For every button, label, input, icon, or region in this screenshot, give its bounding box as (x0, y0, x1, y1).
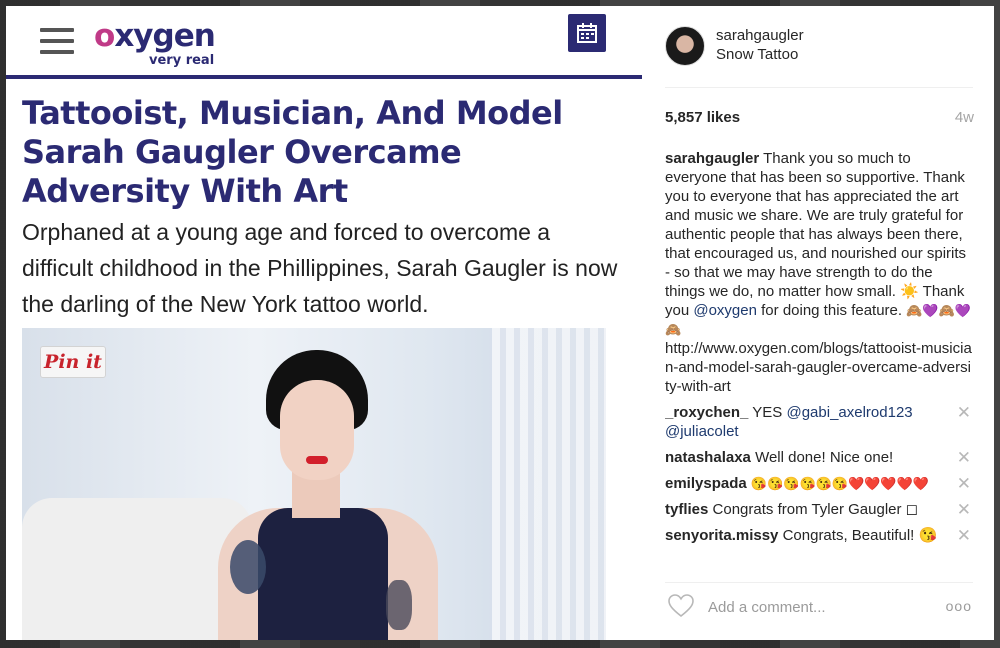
caption-text-end: for doing this feature. (761, 302, 903, 319)
comment-text: 😘😘😘😘😘😘❤️❤️❤️❤️❤️ (750, 476, 929, 491)
post-age: 4w (954, 109, 974, 126)
caption-username[interactable]: sarahgaugler (665, 150, 759, 167)
post-modal: oxygen very real Tattooist, Musician, An… (6, 6, 994, 640)
post-image: oxygen very real Tattooist, Musician, An… (6, 6, 642, 640)
heart-icon[interactable] (668, 594, 694, 618)
caption-text: Thank you so much to everyone that has b… (665, 150, 967, 319)
avatar[interactable] (665, 26, 705, 66)
delete-comment-icon[interactable]: ✕ (957, 448, 971, 467)
oxygen-tagline: very real (149, 53, 215, 68)
hamburger-icon (40, 28, 74, 54)
comment-username[interactable]: natashalaxa (665, 449, 751, 466)
comment-username[interactable]: tyflies (665, 501, 708, 518)
oxygen-logo: oxygen (94, 18, 216, 54)
header-divider (6, 75, 642, 79)
more-options-icon[interactable]: ooo (946, 598, 972, 614)
oxygen-header: oxygen very real (6, 6, 642, 79)
comment-text: YES (752, 404, 783, 421)
add-comment-input[interactable] (708, 596, 928, 618)
delete-comment-icon[interactable]: ✕ (957, 403, 971, 422)
article-subtitle: Orphaned at a young age and forced to ov… (22, 219, 618, 317)
comment-item: natashalaxa Well done! Nice one! ✕ (665, 448, 973, 467)
delete-comment-icon[interactable]: ✕ (957, 500, 971, 519)
comment-username[interactable]: _roxychen_ (665, 404, 748, 421)
comment-text: Well done! Nice one! (755, 449, 894, 466)
divider (665, 582, 973, 583)
article-title: Tattooist, Musician, And Model Sarah Gau… (22, 94, 563, 210)
likes-count[interactable]: 5,857 likes (665, 109, 740, 126)
comment-item: senyorita.missy Congrats, Beautiful! 😘 ✕ (665, 526, 973, 545)
comment-username[interactable]: senyorita.missy (665, 527, 778, 544)
caption-link[interactable]: http://www.oxygen.com/blogs/tattooist-mu… (665, 339, 973, 396)
comment-username[interactable]: emilyspada (665, 475, 747, 492)
caption-mention[interactable]: @oxygen (693, 302, 757, 319)
post-details-panel: sarahgaugler Snow Tattoo 5,857 likes 4w … (642, 6, 994, 640)
comment-item: emilyspada 😘😘😘😘😘😘❤️❤️❤️❤️❤️ ✕ (665, 474, 973, 493)
comment-mention[interactable]: @gabi_axelrod123 (786, 404, 912, 421)
portrait-photo (22, 328, 606, 640)
comment-text: Congrats from Tyler Gaugler ◻ (712, 501, 919, 518)
comments-list: sarahgaugler Thank you so much to everyo… (665, 149, 973, 573)
comment-text: Congrats, Beautiful! 😘 (782, 527, 938, 544)
post-location[interactable]: Snow Tattoo (716, 46, 798, 63)
caption: sarahgaugler Thank you so much to everyo… (665, 149, 973, 396)
divider (665, 87, 973, 88)
comment-mention[interactable]: @juliacolet (665, 422, 945, 441)
delete-comment-icon[interactable]: ✕ (957, 526, 971, 545)
delete-comment-icon[interactable]: ✕ (957, 474, 971, 493)
comment-item: tyflies Congrats from Tyler Gaugler ◻ ✕ (665, 500, 973, 519)
post-username[interactable]: sarahgaugler (716, 27, 804, 44)
calendar-icon (568, 14, 606, 52)
pin-it-button: Pin it (40, 346, 106, 378)
comment-item: _roxychen_ YES @gabi_axelrod123 @juliaco… (665, 403, 973, 441)
